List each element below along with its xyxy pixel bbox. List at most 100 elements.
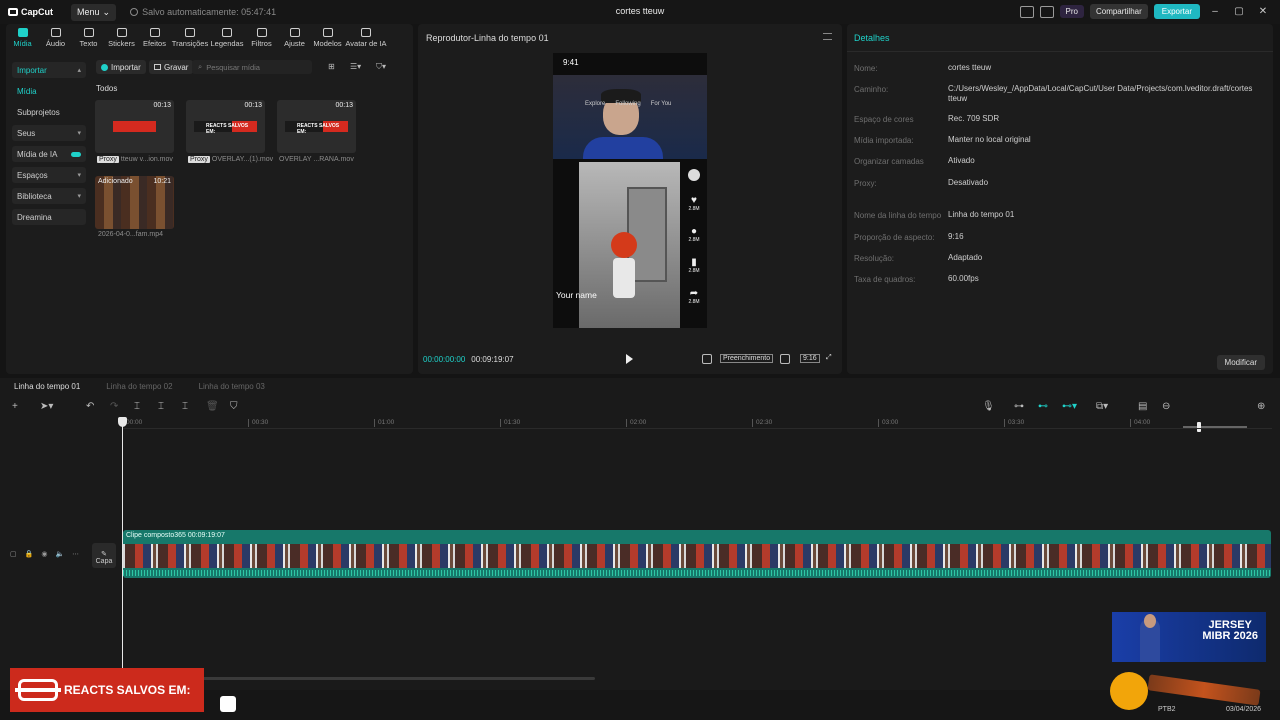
sidebar-item-yours[interactable]: Seus ▾ [12, 125, 86, 141]
speaker-icon[interactable]: 🔈 [55, 550, 64, 558]
magnet-icon[interactable]: ⊷ [1038, 401, 1048, 412]
sidebar-item-ai-media[interactable]: Mídia de IA [12, 146, 86, 162]
tab-captions[interactable]: Legendas [209, 24, 245, 52]
tab-filters[interactable]: Filtros [245, 24, 278, 52]
heart-icon: ♥ 2.8M [688, 195, 700, 212]
ruler-tick: 03:00 [878, 419, 898, 427]
capcut-taskbar-icon[interactable] [220, 696, 236, 712]
share-icon: ➦ 2.8M [688, 288, 700, 305]
screen-icon[interactable] [1039, 5, 1054, 18]
split-left-icon[interactable]: ⌶ [158, 401, 164, 412]
sidebar-item-subprojects[interactable]: Subprojetos [12, 104, 86, 120]
delete-icon[interactable]: 🗑 [206, 401, 219, 412]
split-icon[interactable]: ⌶ [134, 401, 140, 412]
audio-waveform [123, 570, 1271, 576]
duration-label: 00:13 [153, 102, 171, 109]
autosave-status: Salvo automaticamente: 05:47:41 [130, 7, 276, 17]
more-icon[interactable]: ⋯ [72, 550, 79, 558]
sidebar-item-media[interactable]: Mídia [12, 83, 86, 99]
link-icon[interactable]: ⊶ [1014, 401, 1024, 412]
effects-icon [149, 28, 160, 37]
sidebar-item-library[interactable]: Biblioteca ▾ [12, 188, 86, 204]
tab-adjust[interactable]: Ajuste [278, 24, 311, 52]
autosave-text: Salvo automaticamente: 05:47:41 [142, 7, 277, 17]
grid-view-icon[interactable]: ⊞ [328, 62, 335, 71]
playhead[interactable] [118, 417, 127, 679]
tab-timeline-01[interactable]: Linha do tempo 01 [14, 382, 80, 391]
media-item[interactable]: 00:13 REACTS SALVOS EM: [277, 100, 356, 153]
pro-button[interactable]: Pro [1059, 5, 1084, 18]
tab-effects[interactable]: Efeitos [138, 24, 171, 52]
crop-icon[interactable] [702, 354, 712, 366]
proxy-badge: Proxy [97, 156, 119, 163]
sort-icon[interactable]: ☰▾ [350, 62, 361, 71]
thumbnail-graphic: REACTS SALVOS EM: [285, 121, 348, 135]
add-icon[interactable]: + [12, 401, 18, 412]
layout-icon[interactable] [1019, 5, 1034, 18]
media-item[interactable]: 00:13 [95, 100, 174, 153]
menu-icon[interactable] [823, 33, 832, 40]
count-label: 2.8M [688, 206, 700, 212]
sidebar-item-spaces[interactable]: Espaços ▾ [12, 167, 86, 183]
tab-stickers[interactable]: Stickers [105, 24, 138, 52]
sidebar-item-label: Seus [17, 128, 36, 138]
snap-icon[interactable]: ⊷▾ [1062, 401, 1077, 412]
preview-axis-icon[interactable]: ⧉▾ [1096, 401, 1108, 412]
filter-icon[interactable]: ⛉▾ [376, 62, 386, 72]
record-label: Gravar [164, 62, 189, 72]
tab-media[interactable]: Mídia [6, 24, 39, 52]
compound-clip[interactable]: Clipe composto365 00:09:19:07 [123, 530, 1271, 578]
lock-icon[interactable]: 🔒 [25, 550, 34, 558]
close-icon[interactable]: ✕ [1254, 6, 1272, 17]
redo-icon[interactable]: ↷ [110, 401, 118, 412]
video-scene [579, 162, 680, 328]
search-input[interactable]: ⌕ Pesquisar mídia [192, 60, 312, 74]
split-right-icon[interactable]: ⌶ [182, 401, 188, 412]
mic-icon[interactable]: 🎙 [982, 401, 995, 412]
modify-button[interactable]: Modificar [1216, 355, 1265, 370]
select-tool-icon[interactable]: ➤▾ [40, 401, 53, 412]
tab-audio[interactable]: Áudio [39, 24, 72, 52]
toggle-icon[interactable] [71, 151, 81, 157]
fullscreen-icon[interactable]: ⤢ [826, 354, 832, 362]
detail-value: C:/Users/Wesley_/AppData/Local/CapCut/Us… [948, 84, 1253, 103]
zoom-in-icon[interactable]: ⊕ [1257, 401, 1265, 412]
ruler-tick: 04:00 [1130, 419, 1150, 427]
tab-text[interactable]: Texto [72, 24, 105, 52]
tab-transitions[interactable]: Transições [171, 24, 209, 52]
export-button[interactable]: Exportar [1153, 4, 1200, 19]
tab-ai-avatar[interactable]: Avatar de IA [344, 24, 388, 52]
tab-templates[interactable]: Modelos [311, 24, 344, 52]
media-item[interactable]: 00:13 REACTS SALVOS EM: [186, 100, 265, 153]
proxy-badge: Proxy [188, 156, 210, 163]
ratio-button[interactable]: 9:16 [800, 354, 820, 363]
nav-item: For You [650, 101, 672, 107]
time-ruler[interactable]: 00:00 00:30 01:00 01:30 02:00 02:30 03:0… [122, 419, 1272, 429]
focus-icon[interactable] [780, 354, 790, 366]
media-name: tteuw v...ion.mov [120, 156, 173, 163]
sidebar-item-dreamina[interactable]: Dreamina [12, 209, 86, 225]
menu-button[interactable]: Menu ⌄ [71, 3, 117, 21]
tool-tabs: Mídia Áudio Texto Stickers Efeitos Trans… [6, 24, 413, 52]
zoom-out-icon[interactable]: ⊖ [1162, 401, 1170, 412]
tab-timeline-02[interactable]: Linha do tempo 02 [106, 382, 172, 391]
import-button[interactable]: Importar [96, 60, 146, 74]
fill-mode-button[interactable]: Preenchimento [720, 354, 774, 363]
eye-icon[interactable]: ◉ [41, 550, 47, 558]
caption-icon[interactable]: ▤ [1138, 401, 1147, 412]
play-icon[interactable] [626, 354, 633, 364]
media-item[interactable]: Adicionado 10:21 [95, 176, 174, 229]
video-preview[interactable]: Explore Following For You 9:41 ♥ 2.8M ● 2.… [553, 53, 707, 328]
record-button[interactable]: Gravar [149, 60, 194, 74]
cover-button[interactable]: ✎ Capa [92, 543, 116, 568]
undo-icon[interactable]: ↶ [86, 401, 94, 412]
track-select-icon[interactable]: ▢ [10, 550, 17, 558]
sidebar-item-import[interactable]: Importar ▴ [12, 62, 86, 78]
tab-timeline-03[interactable]: Linha do tempo 03 [199, 382, 265, 391]
shield-icon[interactable]: ⛉ [230, 401, 238, 412]
share-button[interactable]: Compartilhar [1089, 4, 1148, 19]
media-name: OVERLAY ...RANA.mov [279, 156, 354, 163]
tab-label: Mídia [13, 39, 32, 48]
maximize-icon[interactable]: ▢ [1230, 6, 1248, 17]
minimize-icon[interactable]: – [1206, 6, 1224, 17]
